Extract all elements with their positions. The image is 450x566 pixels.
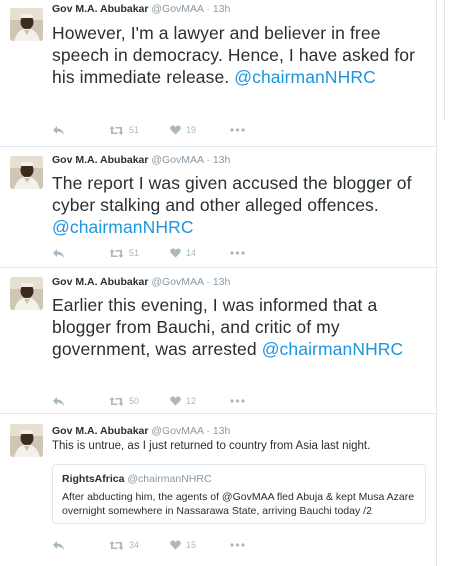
author-name[interactable]: Gov M.A. Abubakar [52,276,148,288]
avatar[interactable] [10,277,43,310]
retweet-button[interactable]: 50 [109,394,139,408]
retweet-count: 34 [129,540,140,550]
like-button[interactable]: 14 [170,246,196,260]
like-count: 14 [186,248,197,258]
tweet-text-content: The report I was given accused the blogg… [52,173,412,215]
like-count: 19 [186,125,197,135]
mention-link[interactable]: @chairmanNHRC [262,339,404,359]
more-button[interactable] [230,394,245,408]
tweet-actions: 50 12 [52,394,292,408]
avatar[interactable] [10,156,43,189]
avatar-image [10,424,43,457]
page-edge [444,0,450,566]
more-icon [230,543,245,547]
timestamp[interactable]: 13h [213,3,231,15]
timestamp[interactable]: 13h [213,154,231,166]
quoted-tweet-header: RightsAfrica @chairmanNHRC [62,473,212,485]
tweet-text: This is untrue, as I just returned to co… [52,439,432,454]
retweet-button[interactable]: 51 [109,246,139,260]
retweet-button[interactable]: 51 [109,123,139,137]
more-icon [230,399,245,403]
quoted-tweet-text: After abducting him, the agents of @GovM… [62,491,415,517]
heart-icon [170,396,181,406]
reply-icon [53,540,64,550]
retweet-icon [109,396,124,406]
like-button[interactable]: 15 [170,538,196,552]
tweet-text: The report I was given accused the blogg… [52,172,432,238]
retweet-count: 51 [129,248,140,258]
author-handle[interactable]: @GovMAA [151,3,203,15]
retweet-icon [109,248,124,258]
like-count: 12 [186,396,197,406]
avatar-image [10,156,43,189]
tweet[interactable]: Gov M.A. Abubakar @GovMAA · 13h However,… [0,0,437,147]
more-button[interactable] [230,246,245,260]
reply-button[interactable] [52,246,65,260]
quoted-author-handle: @chairmanNHRC [127,473,212,485]
like-button[interactable]: 12 [170,394,196,408]
avatar-image [10,8,43,41]
reply-button[interactable] [52,123,65,137]
retweet-icon [109,540,124,550]
reply-button[interactable] [52,538,65,552]
mention-link[interactable]: @chairmanNHRC [234,67,376,87]
more-icon [230,251,245,255]
mention-link[interactable]: @chairmanNHRC [52,217,194,237]
tweet-header: Gov M.A. Abubakar @GovMAA · 13h [52,276,230,288]
retweet-count: 50 [129,396,140,406]
tweet-actions: 34 15 [52,538,292,552]
tweet-actions: 51 14 [52,246,292,260]
timestamp[interactable]: 13h [213,276,231,288]
reply-icon [53,125,64,135]
retweet-count: 51 [129,125,140,135]
avatar[interactable] [10,424,43,457]
quoted-author-name: RightsAfrica [62,473,125,485]
tweet[interactable]: Gov M.A. Abubakar @GovMAA · 13h Earlier … [0,268,437,414]
heart-icon [170,540,181,550]
divider [444,0,445,120]
reply-icon [53,248,64,258]
reply-button[interactable] [52,394,65,408]
avatar-image [10,277,43,310]
reply-icon [53,396,64,406]
author-handle[interactable]: @GovMAA [151,154,203,166]
author-name[interactable]: Gov M.A. Abubakar [52,3,148,15]
tweet-header: Gov M.A. Abubakar @GovMAA · 13h [52,425,230,437]
separator-dot: · [206,425,210,437]
timeline: Gov M.A. Abubakar @GovMAA · 13h However,… [0,0,437,566]
avatar[interactable] [10,8,43,41]
tweet[interactable]: Gov M.A. Abubakar @GovMAA · 13h The repo… [0,147,437,268]
retweet-button[interactable]: 34 [109,538,139,552]
author-name[interactable]: Gov M.A. Abubakar [52,154,148,166]
tweet-text: Earlier this evening, I was informed tha… [52,294,432,360]
author-handle[interactable]: @GovMAA [151,425,203,437]
separator-dot: · [206,276,210,288]
quoted-tweet[interactable]: RightsAfrica @chairmanNHRC After abducti… [52,464,426,524]
tweet-header: Gov M.A. Abubakar @GovMAA · 13h [52,154,230,166]
tweet-actions: 51 19 [52,123,292,137]
timestamp[interactable]: 13h [213,425,231,437]
separator-dot: · [206,154,210,166]
tweet-header: Gov M.A. Abubakar @GovMAA · 13h [52,3,230,15]
like-button[interactable]: 19 [170,123,196,137]
tweet[interactable]: Gov M.A. Abubakar @GovMAA · 13h This is … [0,414,437,566]
like-count: 15 [186,540,197,550]
author-handle[interactable]: @GovMAA [151,276,203,288]
more-button[interactable] [230,123,245,137]
separator-dot: · [206,3,210,15]
more-icon [230,128,245,132]
tweet-text-content: This is untrue, as I just returned to co… [52,440,371,452]
retweet-icon [109,125,124,135]
heart-icon [170,125,181,135]
more-button[interactable] [230,538,245,552]
tweet-text: However, I'm a lawyer and believer in fr… [52,22,432,88]
heart-icon [170,248,181,258]
author-name[interactable]: Gov M.A. Abubakar [52,425,148,437]
